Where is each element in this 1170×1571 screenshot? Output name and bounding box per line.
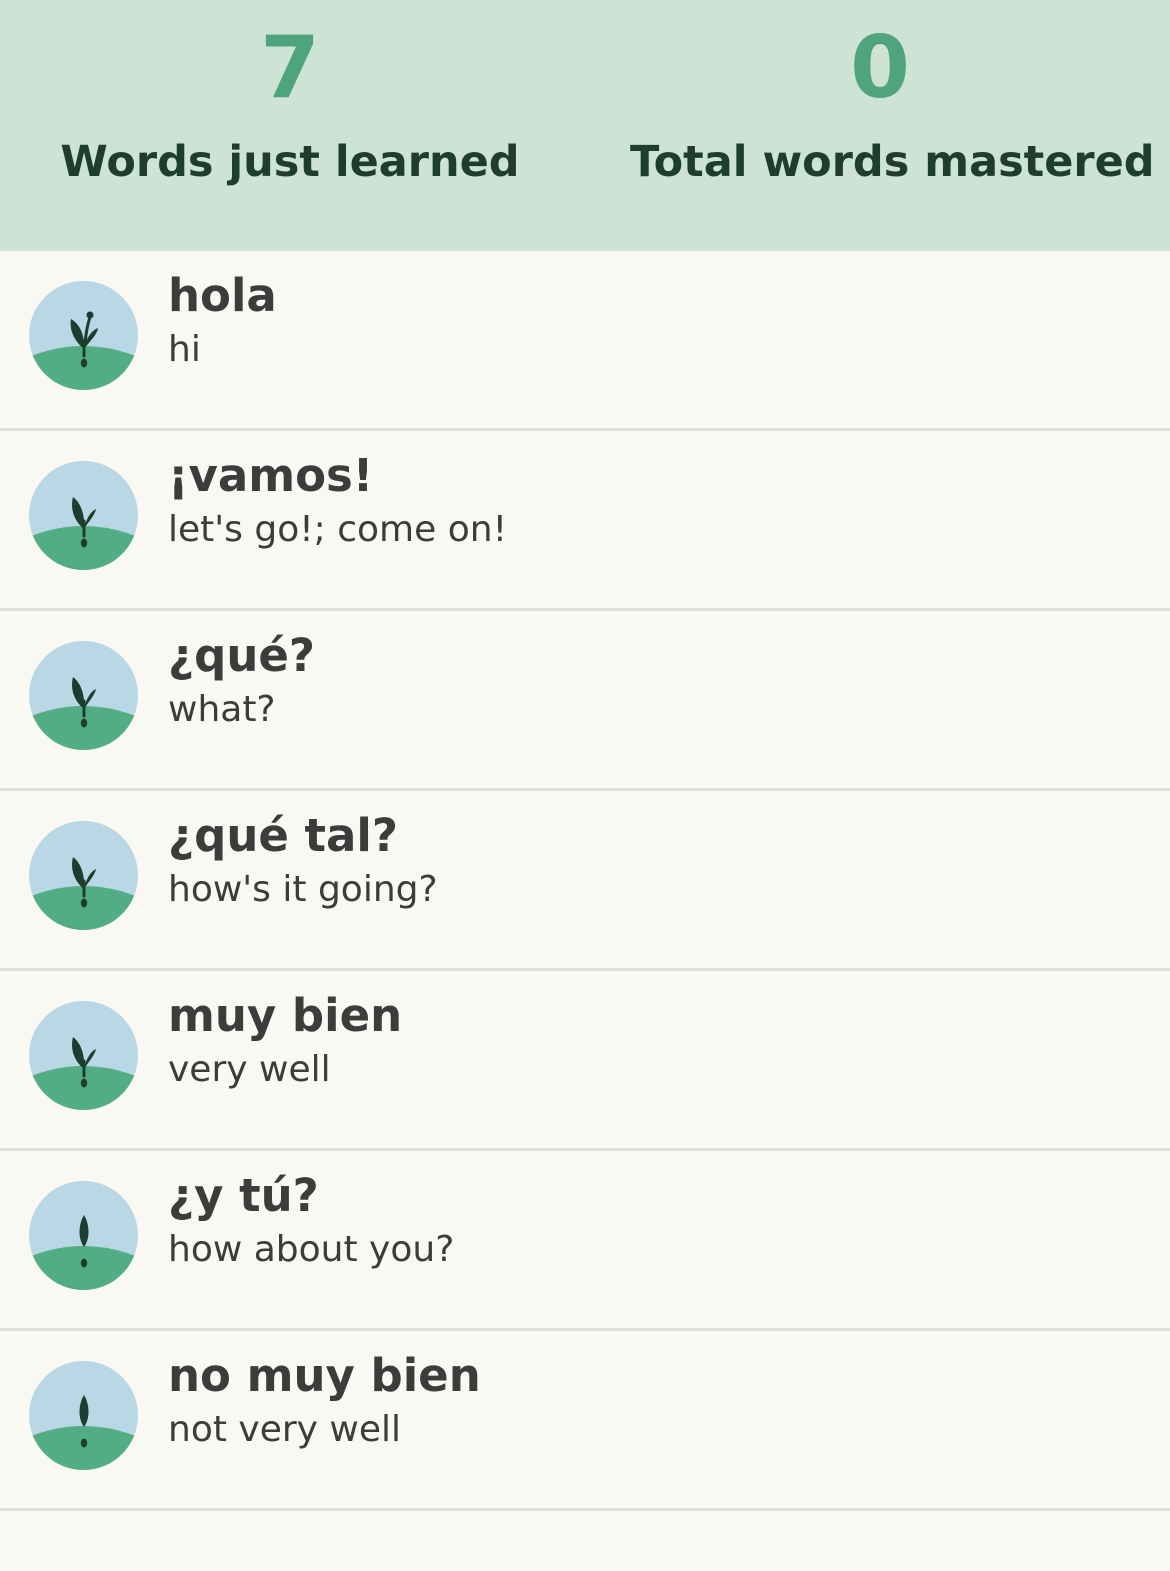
word-translation: hi (168, 329, 201, 370)
word-row[interactable]: no muy bien not very well (0, 1331, 1170, 1511)
words-learned-count: 7 (260, 18, 320, 118)
word-row[interactable]: ¡vamos! let's go!; come on! (0, 431, 1170, 611)
word-translation: very well (168, 1049, 331, 1090)
word-translation: how about you? (168, 1229, 455, 1270)
word-term: ¿qué tal? (168, 809, 398, 862)
sprout-stage-2-icon (29, 821, 138, 930)
word-list: hola hi ¡vamos! let's go!; come on! ¿qué? wha… (0, 251, 1170, 1511)
word-term: no muy bien (168, 1349, 481, 1402)
sprout-stage-2-icon (29, 641, 138, 750)
word-row[interactable]: ¿y tú? how about you? (0, 1151, 1170, 1331)
words-mastered-count: 0 (850, 18, 910, 118)
sprout-stage-1-icon (29, 1361, 138, 1470)
word-term: ¡vamos! (168, 449, 374, 502)
word-row[interactable]: muy bien very well (0, 971, 1170, 1151)
words-mastered-label: Total words mastered (630, 137, 1155, 187)
sprout-stage-3-icon (29, 281, 138, 390)
word-row[interactable]: ¿qué tal? how's it going? (0, 791, 1170, 971)
sprout-stage-1-icon (29, 1181, 138, 1290)
word-translation: let's go!; come on! (168, 509, 507, 550)
word-term: muy bien (168, 989, 403, 1042)
sprout-stage-2-icon (29, 1001, 138, 1110)
word-term: ¿y tú? (168, 1169, 319, 1222)
sprout-stage-2-icon (29, 461, 138, 570)
word-row[interactable]: hola hi (0, 251, 1170, 431)
word-term: hola (168, 269, 277, 322)
word-translation: not very well (168, 1409, 401, 1450)
word-translation: what? (168, 689, 276, 730)
word-translation: how's it going? (168, 869, 438, 910)
word-row[interactable]: ¿qué? what? (0, 611, 1170, 791)
word-term: ¿qué? (168, 629, 315, 682)
words-learned-label: Words just learned (60, 137, 520, 187)
stats-header: 7 Words just learned 0 Total words maste… (0, 0, 1170, 251)
